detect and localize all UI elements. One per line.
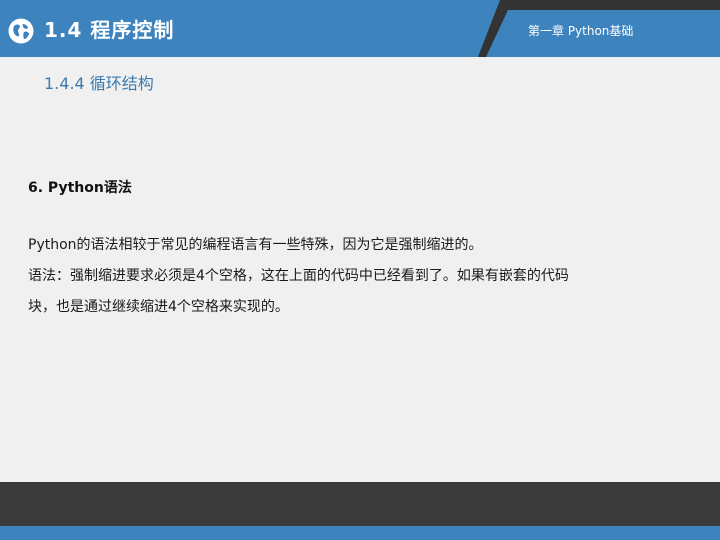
paragraph-line: Python的语法相较于常见的编程语言有一些特殊，因为它是强制缩进的。: [28, 237, 483, 253]
footer-accent-bar: [0, 526, 720, 540]
section-title: 1.4 程序控制: [44, 18, 175, 42]
chapter-label: 第一章 Python基础: [528, 24, 634, 38]
globe-icon: [8, 18, 34, 44]
footer-bar: [0, 482, 720, 526]
content-body: Python的语法相较于常见的编程语言有一些特殊，因为它是强制缩进的。 语法：强…: [28, 234, 668, 327]
subsection-title: 1.4.4 循环结构: [44, 74, 154, 93]
content-heading: 6. Python语法: [28, 180, 132, 196]
paragraph-line: 块，也是通过继续缩进4个空格来实现的。: [28, 299, 289, 315]
slide-header: 1.4 程序控制 第一章 Python基础: [0, 0, 720, 57]
paragraph-line: 语法：强制缩进要求必须是4个空格，这在上面的代码中已经看到了。如果有嵌套的代码: [28, 268, 569, 284]
